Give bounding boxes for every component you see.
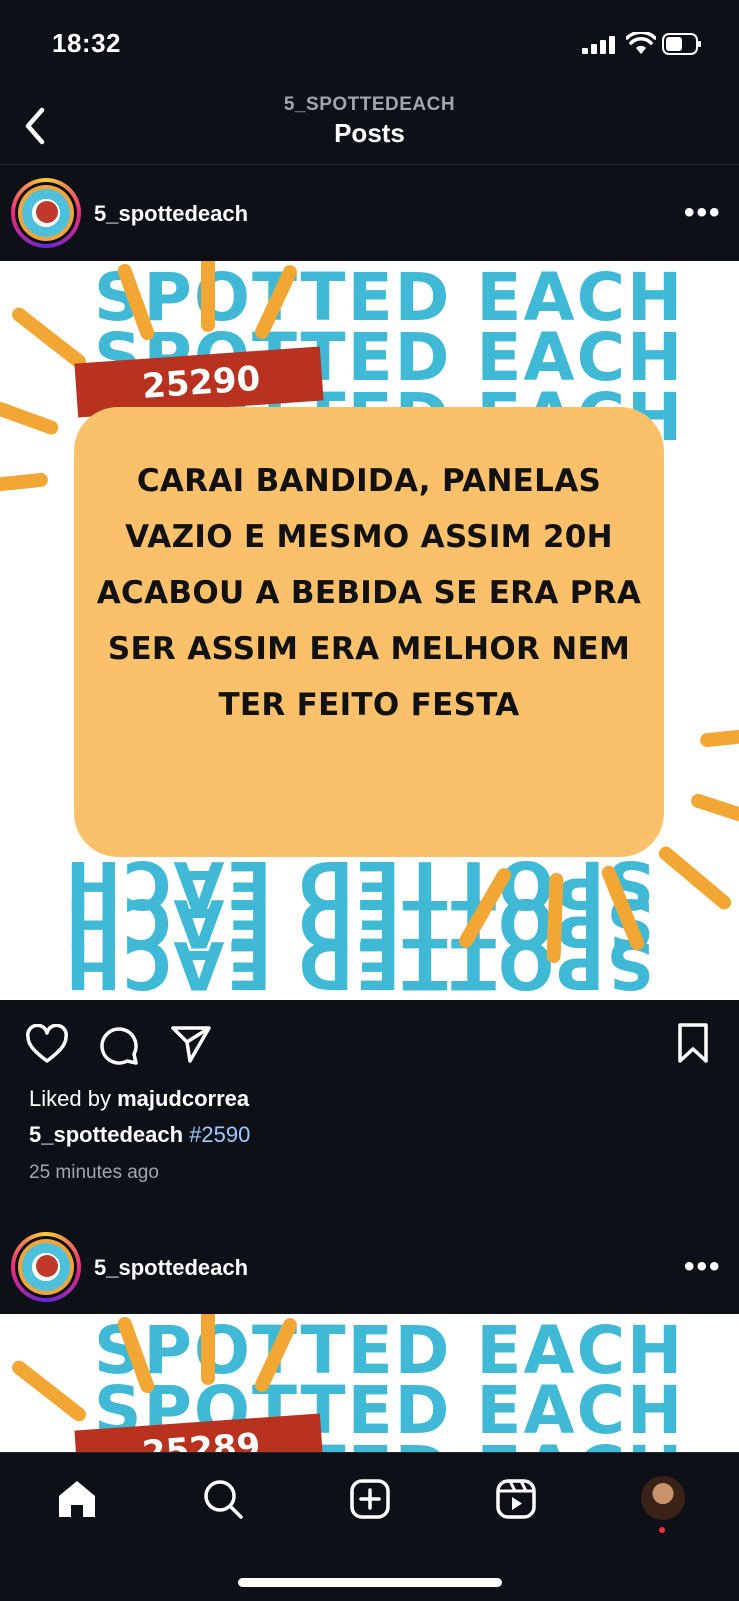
header-divider	[0, 164, 739, 165]
more-options-icon[interactable]: •••	[684, 196, 722, 230]
more-options-icon[interactable]: •••	[684, 1250, 722, 1284]
share-send-icon[interactable]	[170, 1024, 212, 1064]
ray	[656, 843, 734, 913]
search-icon[interactable]	[202, 1478, 244, 1520]
post-text: CARAI BANDIDA, PANELAS VAZIO E MESMO ASS…	[96, 463, 642, 723]
ray	[9, 1357, 89, 1425]
likes-line: Liked by majudcorrea	[29, 1086, 249, 1112]
reels-icon[interactable]	[495, 1478, 537, 1520]
home-indicator	[238, 1578, 502, 1587]
ray	[201, 261, 215, 332]
home-icon[interactable]	[56, 1478, 98, 1520]
post-username[interactable]: 5_spottedeach	[94, 201, 248, 227]
like-heart-icon[interactable]	[25, 1024, 69, 1064]
status-time: 18:32	[52, 28, 121, 58]
notification-dot	[659, 1527, 665, 1533]
profile-avatar[interactable]	[641, 1476, 685, 1520]
comment-icon[interactable]	[98, 1024, 140, 1066]
create-post-icon[interactable]	[349, 1478, 391, 1520]
ray	[689, 792, 739, 824]
ray	[0, 399, 61, 437]
ray	[9, 304, 89, 372]
signal-icon	[582, 36, 615, 54]
post-text-card: CARAI BANDIDA, PANELAS VAZIO E MESMO ASS…	[74, 407, 664, 857]
post-image[interactable]: SPOTTED EACH SPOTTED EACH SPOTTED EACH 2…	[0, 1314, 739, 1452]
ray	[201, 1314, 215, 1385]
header-username: 5_SPOTTEDEACH	[283, 94, 456, 115]
wifi-icon	[626, 32, 656, 54]
post-avatar[interactable]	[11, 1232, 81, 1302]
save-bookmark-icon[interactable]	[676, 1022, 710, 1064]
post-timestamp: 25 minutes ago	[29, 1162, 159, 1183]
ray	[699, 728, 739, 748]
post-avatar[interactable]	[11, 178, 81, 248]
liked-by-user[interactable]: majudcorrea	[117, 1086, 249, 1111]
page-title: Posts	[334, 118, 405, 148]
likes-prefix: Liked by	[29, 1086, 118, 1111]
battery-icon	[662, 33, 701, 55]
caption: 5_spottedeach #2590	[29, 1122, 250, 1148]
post-image[interactable]: SPOTTED EACH SPOTTED EACH SPOTTED EACH S…	[0, 261, 739, 1000]
caption-username[interactable]: 5_spottedeach	[29, 1122, 183, 1147]
post-username[interactable]: 5_spottedeach	[94, 1255, 248, 1281]
bg-word-flipped: SPOTTED EACH	[63, 926, 654, 1000]
caption-hashtag[interactable]: #2590	[189, 1122, 250, 1147]
ray	[0, 472, 49, 492]
